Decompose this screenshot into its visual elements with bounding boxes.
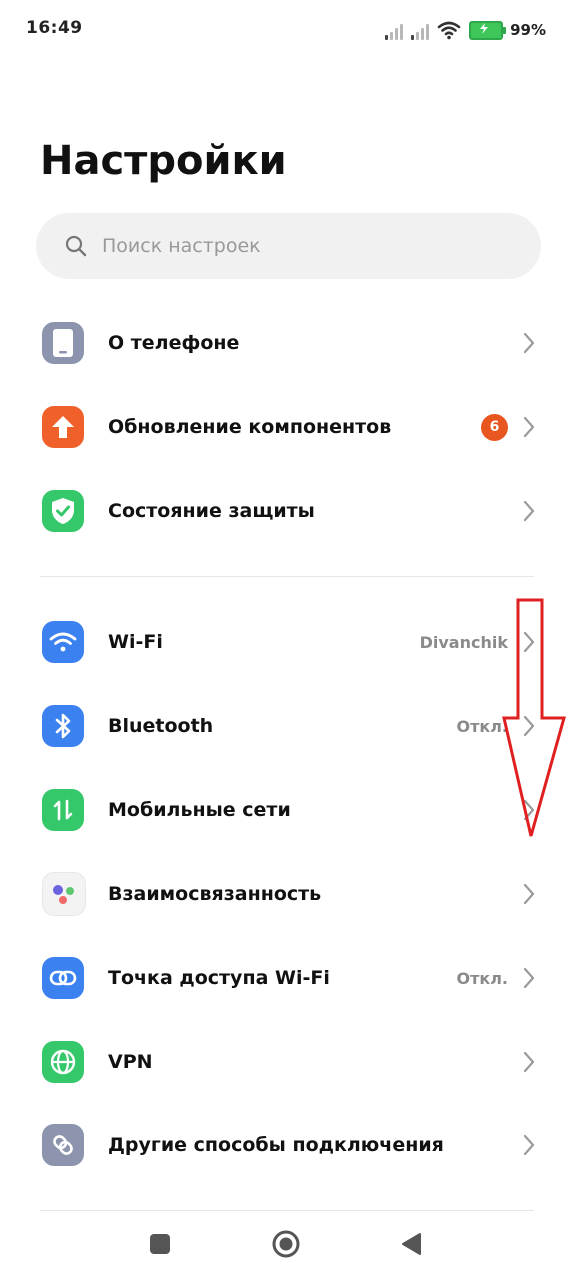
mobile-data-icon [42, 789, 84, 831]
settings-item-label: Bluetooth [108, 715, 214, 737]
wifi-status-icon [437, 20, 461, 40]
shield-check-icon [42, 490, 84, 532]
interconnect-icon [42, 872, 86, 916]
other-connection-icon [42, 1124, 84, 1166]
chevron-right-icon [523, 883, 535, 905]
settings-item-label: Точка доступа Wi-Fi [108, 967, 330, 989]
settings-item-bluetooth[interactable]: Bluetooth Откл. [0, 684, 576, 768]
signal-icon-2 [411, 22, 430, 40]
notification-badge: 6 [481, 413, 508, 441]
settings-item-label: Взаимосвязанность [108, 883, 322, 905]
chevron-right-icon [523, 500, 535, 522]
back-button[interactable] [400, 1232, 422, 1256]
battery-icon: 99% [469, 20, 546, 40]
globe-icon [42, 1041, 84, 1083]
wifi-icon [42, 621, 84, 663]
search-placeholder: Поиск настроек [102, 235, 261, 257]
navigation-bar [0, 1212, 576, 1280]
settings-item-security-status[interactable]: Состояние защиты [0, 469, 576, 553]
page-title: Настройки [40, 138, 287, 184]
section-divider [40, 576, 534, 577]
section-divider [40, 1210, 534, 1211]
signal-icon [385, 22, 404, 40]
settings-item-mobile-networks[interactable]: Мобильные сети [0, 768, 576, 852]
settings-item-label: Мобильные сети [108, 799, 291, 821]
hotspot-link-icon [42, 957, 84, 999]
battery-percent: 99% [510, 21, 546, 39]
settings-item-label: Обновление компонентов [108, 416, 392, 438]
status-bar: 16:49 99% [0, 0, 576, 56]
chevron-right-icon [523, 332, 535, 354]
settings-item-label: Состояние защиты [108, 500, 315, 522]
chevron-right-icon [523, 1051, 535, 1073]
settings-item-interconnect[interactable]: Взаимосвязанность [0, 852, 576, 936]
chevron-right-icon [523, 1134, 535, 1156]
red-down-arrow-annotation [502, 598, 566, 837]
settings-item-label: VPN [108, 1051, 153, 1073]
chevron-right-icon [523, 416, 535, 438]
settings-item-wifi[interactable]: Wi-Fi Divanchik [0, 600, 576, 684]
settings-item-label: Wi-Fi [108, 631, 163, 653]
settings-item-label: Другие способы подключения [108, 1134, 444, 1156]
home-button[interactable] [272, 1230, 300, 1258]
settings-item-vpn[interactable]: VPN [0, 1020, 576, 1104]
status-time: 16:49 [26, 18, 83, 38]
settings-item-other-connections[interactable]: Другие способы подключения [0, 1103, 576, 1187]
settings-item-component-update[interactable]: Обновление компонентов 6 [0, 385, 576, 469]
settings-item-label: О телефоне [108, 332, 240, 354]
settings-item-value: Откл. [456, 968, 508, 988]
status-icons: 99% [385, 16, 546, 40]
update-arrow-icon [42, 406, 84, 448]
search-input[interactable]: Поиск настроек [36, 213, 541, 279]
search-icon [65, 235, 87, 257]
bluetooth-icon [42, 705, 84, 747]
settings-item-hotspot[interactable]: Точка доступа Wi-Fi Откл. [0, 936, 576, 1020]
settings-item-value: Divanchik [419, 632, 508, 652]
phone-icon [42, 322, 84, 364]
chevron-right-icon [523, 967, 535, 989]
recents-button[interactable] [150, 1234, 170, 1254]
settings-item-about-phone[interactable]: О телефоне [0, 301, 576, 385]
